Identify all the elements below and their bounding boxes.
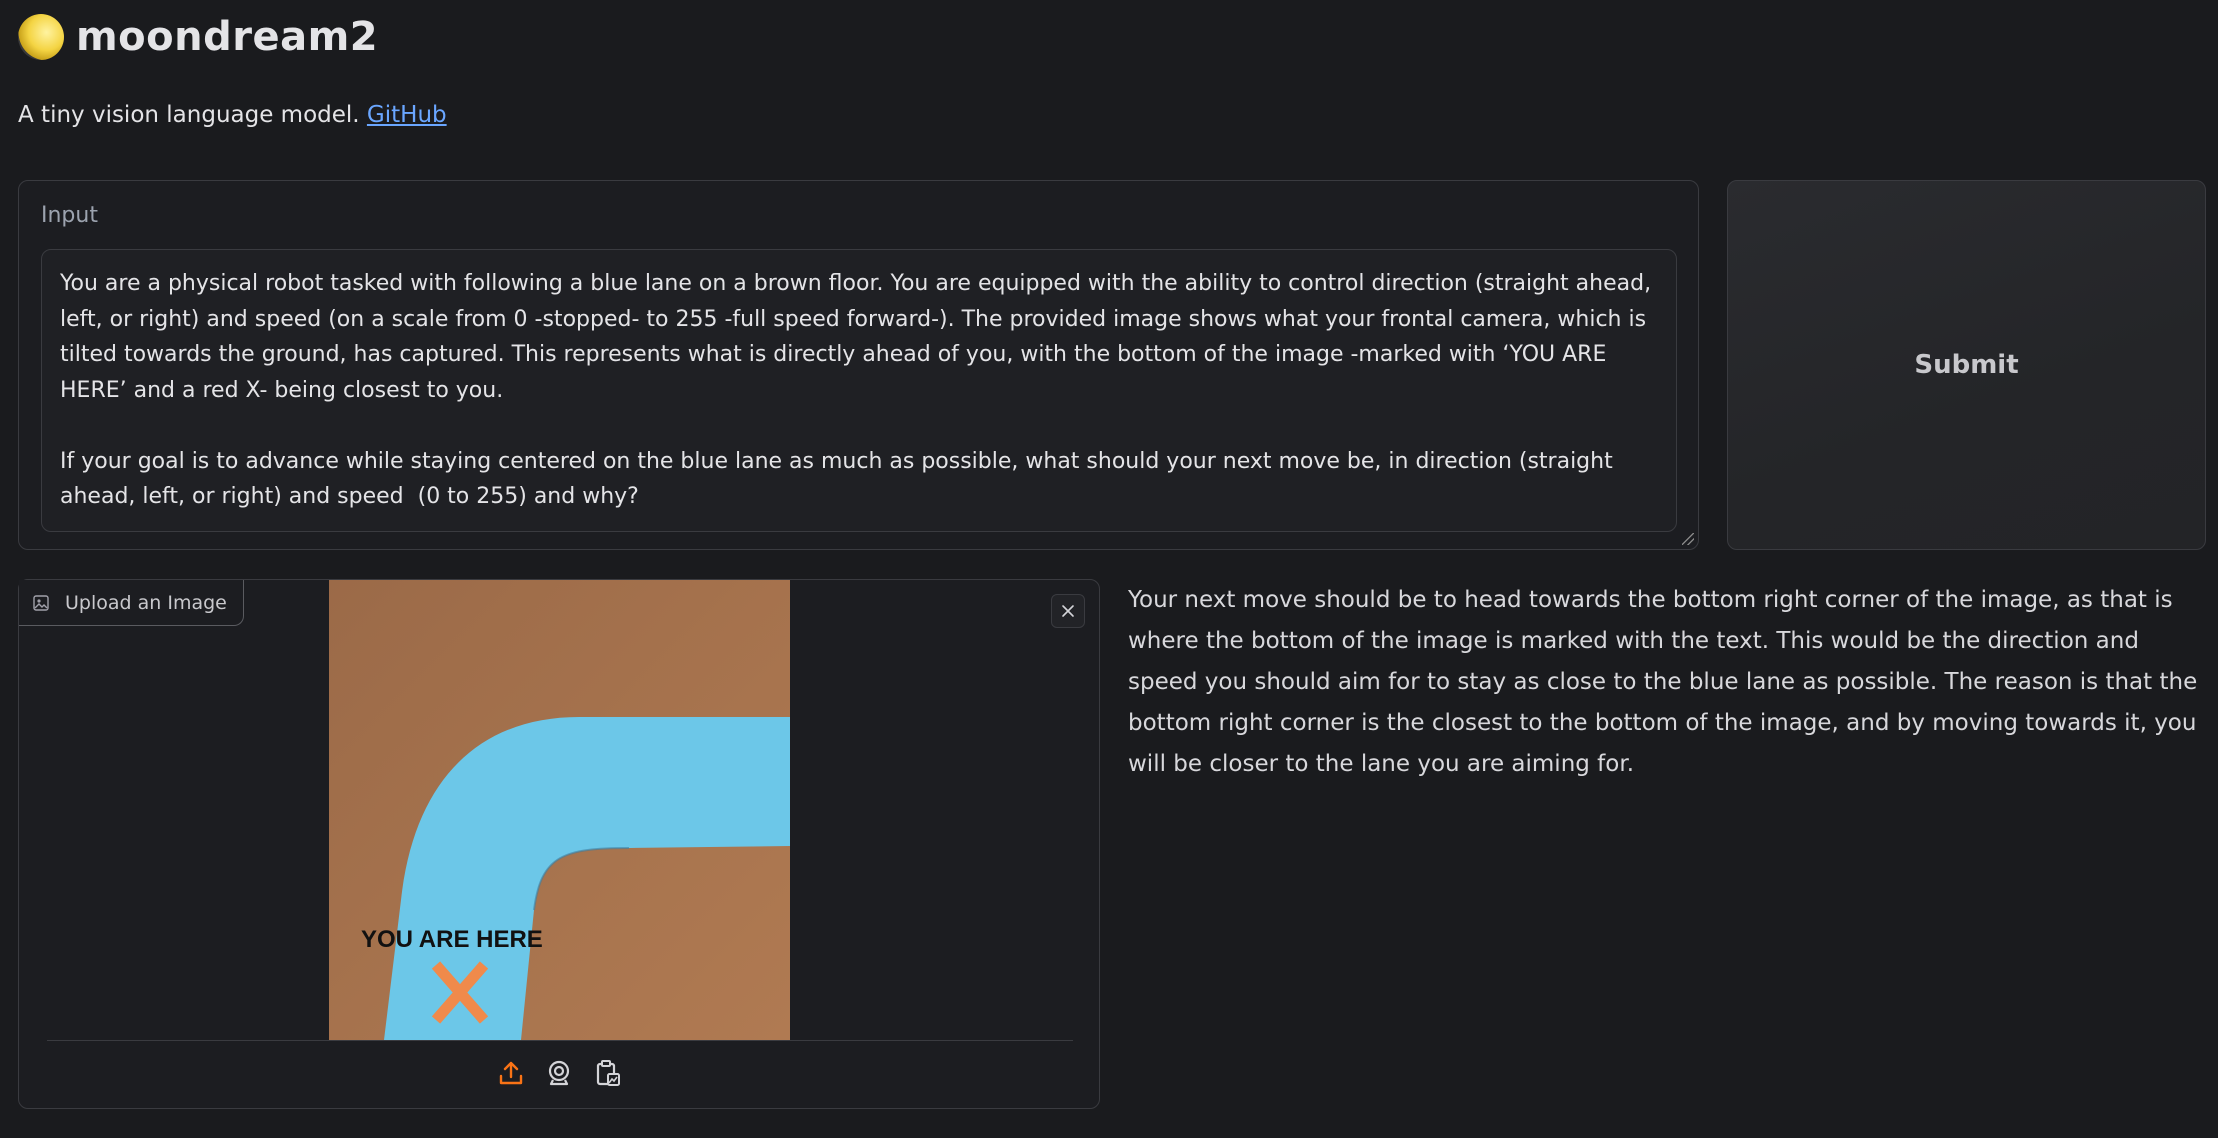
webcam-icon [548,1060,570,1086]
clipboard-icon [596,1060,620,1086]
upload-image-label: Upload an Image [65,591,227,614]
upload-icon [499,1061,523,1085]
model-output-text: Your next move should be to head towards… [1128,587,2198,777]
resize-handle-icon[interactable] [1682,533,1694,545]
image-upload-panel: Upload an Image YOU ARE HERE [18,579,1100,1109]
upload-source-button[interactable] [494,1056,528,1090]
input-label: Input [41,203,98,228]
image-divider [47,1040,1073,1041]
input-panel: Input You are a physical robot tasked wi… [18,180,1699,550]
moon-icon [18,14,64,60]
webcam-source-button[interactable] [542,1056,576,1090]
submit-button[interactable]: Submit [1727,180,2206,550]
image-source-toolbar [19,1056,1099,1090]
uploaded-photo: YOU ARE HERE [329,580,790,1040]
subtitle-text: A tiny vision language model. [18,102,360,128]
app-title: moondream2 [76,14,379,60]
upload-image-tag: Upload an Image [19,580,244,626]
github-link[interactable]: GitHub [367,102,447,128]
lane-photo-image: YOU ARE HERE [329,580,790,1040]
image-icon [33,594,49,611]
app-header: moondream2 [18,14,378,60]
clipboard-source-button[interactable] [590,1056,624,1090]
prompt-textarea[interactable]: You are a physical robot tasked with fol… [41,249,1677,532]
app-subtitle: A tiny vision language model. GitHub [18,102,447,128]
close-icon [1062,605,1074,617]
clear-image-button[interactable] [1051,594,1085,628]
you-are-here-label: YOU ARE HERE [361,926,543,953]
